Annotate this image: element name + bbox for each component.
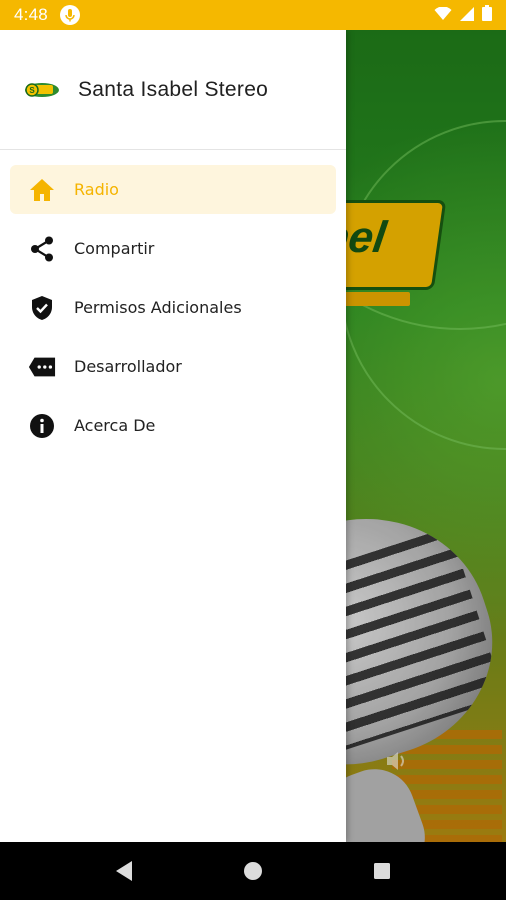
drawer-menu: Radio Compartir Permisos Adicionales Des… xyxy=(0,150,346,450)
signal-icon xyxy=(460,6,474,25)
santa-isabel-logo: S xyxy=(24,80,60,100)
system-navigation-bar xyxy=(0,842,506,900)
back-icon[interactable] xyxy=(104,851,144,891)
mic-notification-icon xyxy=(59,5,80,25)
drawer-header: S Santa Isabel Stereo xyxy=(0,30,346,150)
drawer-item-label: Acerca De xyxy=(74,416,156,435)
drawer-item-acerca-de[interactable]: Acerca De xyxy=(10,401,336,450)
drawer-item-permisos[interactable]: Permisos Adicionales xyxy=(10,283,336,332)
drawer-title: Santa Isabel Stereo xyxy=(78,77,269,101)
battery-icon xyxy=(482,5,492,25)
drawer-item-radio[interactable]: Radio xyxy=(10,165,336,214)
home-icon xyxy=(28,176,56,204)
svg-text:S: S xyxy=(29,86,35,95)
share-icon xyxy=(28,235,56,263)
navigation-drawer: S Santa Isabel Stereo Radio Compartir Pe… xyxy=(0,30,346,842)
recents-icon[interactable] xyxy=(362,851,402,891)
status-icons xyxy=(434,5,492,25)
tag-icon xyxy=(28,353,56,381)
info-icon xyxy=(28,412,56,440)
shield-check-icon xyxy=(28,294,56,322)
status-bar: 4:48 xyxy=(0,0,506,30)
wifi-icon xyxy=(434,5,452,25)
drawer-item-compartir[interactable]: Compartir xyxy=(10,224,336,273)
drawer-item-label: Compartir xyxy=(74,239,155,258)
home-circle-icon[interactable] xyxy=(233,851,273,891)
drawer-item-label: Radio xyxy=(74,180,119,199)
status-time: 4:48 xyxy=(14,5,48,24)
drawer-item-desarrollador[interactable]: Desarrollador xyxy=(10,342,336,391)
drawer-item-label: Desarrollador xyxy=(74,357,182,376)
drawer-item-label: Permisos Adicionales xyxy=(74,298,242,317)
